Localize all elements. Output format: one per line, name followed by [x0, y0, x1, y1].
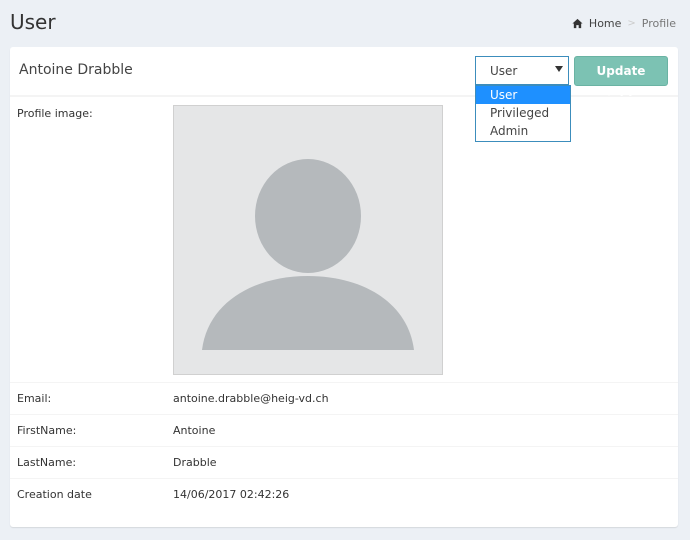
profile-image [173, 105, 443, 375]
avatar-placeholder-icon [202, 159, 414, 350]
role-select-value: User [490, 64, 518, 78]
role-select[interactable]: User [475, 56, 569, 85]
role-option-privileged[interactable]: Privileged [476, 104, 570, 122]
role-option-user[interactable]: User [476, 86, 570, 104]
chevron-down-icon [555, 66, 563, 72]
creation-date-label: Creation date [17, 488, 92, 501]
page-title: User [10, 10, 56, 34]
lastname-row: LastName: Drabble [10, 446, 678, 479]
email-row: Email: antoine.drabble@heig-vd.ch [10, 382, 678, 415]
email-value: antoine.drabble@heig-vd.ch [173, 392, 329, 405]
breadcrumb-home-link[interactable]: Home [589, 17, 621, 30]
role-dropdown-list: User Privileged Admin [475, 85, 571, 142]
breadcrumb-current: Profile [641, 17, 676, 30]
lastname-label: LastName: [17, 456, 77, 469]
profile-image-row: Profile image: [10, 96, 678, 383]
role-option-admin[interactable]: Admin [476, 122, 570, 140]
home-icon [572, 18, 583, 29]
firstname-label: FirstName: [17, 424, 77, 437]
email-label: Email: [17, 392, 52, 405]
user-name-title: Antoine Drabble [19, 62, 133, 78]
lastname-value: Drabble [173, 456, 217, 469]
breadcrumb-separator: > [627, 18, 636, 29]
firstname-value: Antoine [173, 424, 216, 437]
creation-date-value: 14/06/2017 02:42:26 [173, 488, 290, 501]
profile-box: Antoine Drabble User Update rights User … [10, 47, 678, 527]
update-rights-button[interactable]: Update rights [574, 56, 668, 106]
creation-date-row: Creation date 14/06/2017 02:42:26 [10, 478, 678, 511]
firstname-row: FirstName: Antoine [10, 414, 678, 447]
breadcrumb: Home > Profile [572, 17, 676, 30]
profile-image-label: Profile image: [17, 107, 93, 120]
profile-header: Antoine Drabble User Update rights User … [10, 47, 678, 142]
